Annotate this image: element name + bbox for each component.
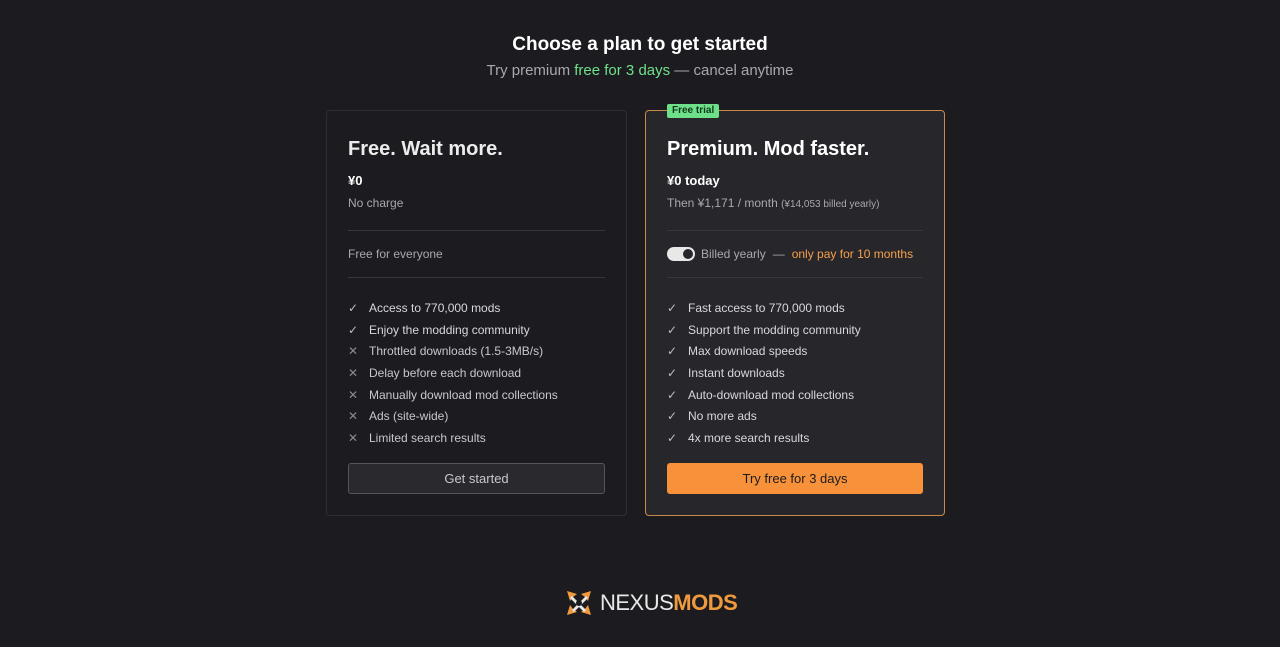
- plan-price: ¥0: [348, 173, 363, 188]
- logo-wordmark: NEXUSMODS: [600, 589, 738, 617]
- feature-text: Limited search results: [369, 430, 486, 445]
- divider: [348, 277, 605, 278]
- logo-text-mods: MODS: [673, 590, 738, 615]
- feature-item: ✓ Enjoy the modding community: [348, 319, 605, 341]
- feature-text: Manually download mod collections: [369, 387, 558, 402]
- feature-item: ✕ Throttled downloads (1.5-3MB/s): [348, 340, 605, 362]
- billing-row: Billed yearly — only pay for 10 months: [667, 231, 923, 277]
- feature-item: ✕ Limited search results: [348, 427, 605, 449]
- premium-plan-card: Free trial Premium. Mod faster. ¥0 today…: [645, 104, 945, 516]
- plan-price-note: No charge: [348, 196, 404, 210]
- free-trial-badge: Free trial: [667, 104, 720, 118]
- plan-price-yearly: (¥14,053 billed yearly): [781, 199, 880, 210]
- plan-price: ¥0 today: [667, 173, 720, 188]
- plan-price-monthly: Then ¥1,171 / month: [667, 196, 778, 210]
- feature-text: Delay before each download: [369, 365, 522, 380]
- plan-tagline: Free for everyone: [348, 231, 605, 277]
- cross-icon: ✕: [348, 387, 359, 402]
- cross-icon: ✕: [348, 365, 359, 380]
- subtitle-prefix: Try premium: [486, 62, 575, 79]
- check-icon: ✓: [667, 387, 678, 402]
- check-icon: ✓: [667, 409, 678, 424]
- plan-tagline-text: Free for everyone: [348, 247, 443, 261]
- feature-item: ✓ Support the modding community: [667, 319, 923, 341]
- feature-item: ✓ Access to 770,000 mods: [348, 297, 605, 319]
- subtitle-suffix: — cancel anytime: [670, 62, 794, 79]
- plan-name: Premium. Mod faster.: [667, 138, 870, 160]
- check-icon: ✓: [667, 300, 678, 315]
- nexus-logo-icon: [567, 591, 591, 615]
- feature-text: Fast access to 770,000 mods: [688, 300, 845, 315]
- plan-name: Free. Wait more.: [348, 138, 503, 160]
- feature-text: Auto-download mod collections: [688, 387, 855, 402]
- billing-dash: —: [772, 247, 785, 261]
- page-header: Choose a plan to get started Try premium…: [0, 33, 1280, 81]
- feature-text: Access to 770,000 mods: [369, 300, 501, 315]
- feature-item: ✕ Delay before each download: [348, 362, 605, 384]
- feature-item: ✕ Manually download mod collections: [348, 384, 605, 406]
- check-icon: ✓: [667, 322, 678, 337]
- toggle-knob: [683, 249, 693, 259]
- check-icon: ✓: [348, 300, 359, 315]
- try-free-button[interactable]: Try free for 3 days: [667, 463, 923, 494]
- free-plan-card: Free. Wait more. ¥0 No charge Free for e…: [326, 110, 627, 516]
- billing-offer: only pay for 10 months: [791, 247, 914, 261]
- cross-icon: ✕: [348, 344, 359, 359]
- feature-item: ✓ No more ads: [667, 405, 923, 427]
- feature-text: Instant downloads: [688, 365, 785, 380]
- page-title: Choose a plan to get started: [512, 34, 768, 55]
- nexus-mods-logo[interactable]: NEXUSMODS: [564, 588, 738, 618]
- logo-text-nexus: NEXUS: [600, 590, 674, 615]
- check-icon: ✓: [348, 322, 359, 337]
- feature-text: Ads (site-wide): [369, 409, 449, 424]
- feature-item: ✓ Instant downloads: [667, 362, 923, 384]
- feature-item: ✓ Max download speeds: [667, 340, 923, 362]
- plan-price-note: Then ¥1,171 / month (¥14,053 billed year…: [667, 195, 923, 211]
- check-icon: ✓: [667, 344, 678, 359]
- get-started-button[interactable]: Get started: [348, 463, 605, 494]
- feature-item: ✕ Ads (site-wide): [348, 405, 605, 427]
- feature-text: 4x more search results: [688, 430, 810, 445]
- feature-item: ✓ Fast access to 770,000 mods: [667, 297, 923, 319]
- page-subtitle: Try premium free for 3 days — cancel any…: [0, 61, 1280, 81]
- subtitle-highlight: free for 3 days: [574, 62, 671, 79]
- feature-text: Throttled downloads (1.5-3MB/s): [369, 344, 544, 359]
- feature-text: Max download speeds: [688, 344, 808, 359]
- check-icon: ✓: [667, 365, 678, 380]
- feature-text: Support the modding community: [688, 322, 861, 337]
- feature-item: ✓ 4x more search results: [667, 427, 923, 449]
- feature-list: ✓ Access to 770,000 mods ✓ Enjoy the moddin…: [348, 297, 605, 449]
- divider: [667, 277, 923, 278]
- check-icon: ✓: [667, 430, 678, 445]
- billing-label: Billed yearly: [701, 247, 766, 261]
- feature-text: Enjoy the modding community: [369, 322, 530, 337]
- feature-item: ✓ Auto-download mod collections: [667, 384, 923, 406]
- billing-yearly-toggle[interactable]: [667, 247, 695, 261]
- cross-icon: ✕: [348, 409, 359, 424]
- feature-text: No more ads: [688, 409, 757, 424]
- feature-list: ✓ Fast access to 770,000 mods ✓ Support the…: [667, 297, 923, 449]
- cross-icon: ✕: [348, 430, 359, 445]
